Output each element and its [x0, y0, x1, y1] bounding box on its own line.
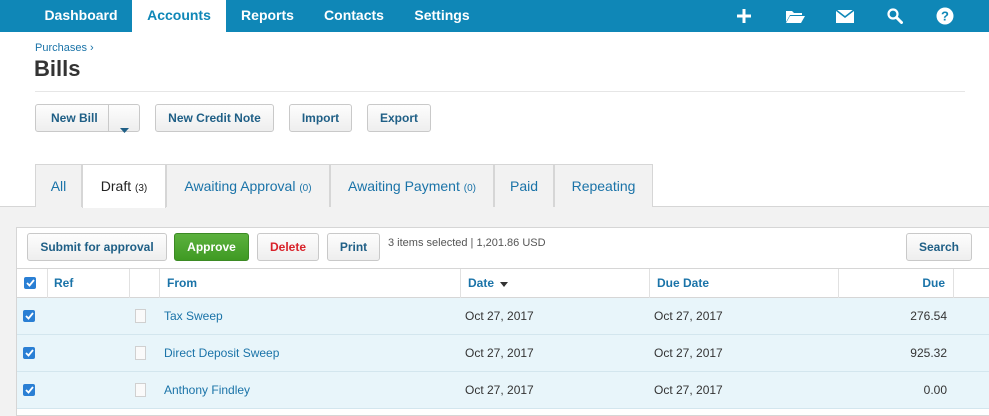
- nav-dashboard[interactable]: Dashboard: [30, 0, 132, 32]
- export-button[interactable]: Export: [367, 104, 431, 132]
- nav-accounts[interactable]: Accounts: [132, 0, 226, 32]
- col-from[interactable]: From: [160, 269, 461, 298]
- search-icon[interactable]: [880, 0, 910, 32]
- table-row[interactable]: Anthony Findley Oct 27, 2017 Oct 27, 201…: [17, 372, 989, 409]
- submit-for-approval-button[interactable]: Submit for approval: [27, 233, 167, 261]
- nav-contacts[interactable]: Contacts: [309, 0, 399, 32]
- table-header: Ref From Date Due Date Due: [17, 268, 989, 298]
- row-checkbox[interactable]: [23, 347, 35, 359]
- tab-awaiting-payment[interactable]: Awaiting Payment (0): [330, 164, 494, 207]
- row-date: Oct 27, 2017: [465, 309, 534, 323]
- split-divider: [108, 105, 109, 131]
- row-due-date: Oct 27, 2017: [654, 383, 723, 397]
- attachment-icon: [135, 346, 146, 360]
- row-from[interactable]: Anthony Findley: [164, 372, 250, 408]
- tab-paid[interactable]: Paid: [494, 164, 554, 207]
- row-from[interactable]: Direct Deposit Sweep: [164, 335, 279, 371]
- table-row[interactable]: Tax Sweep Oct 27, 2017 Oct 27, 2017 276.…: [17, 298, 989, 335]
- svg-text:?: ?: [941, 9, 949, 24]
- col-due[interactable]: Due: [839, 269, 954, 298]
- delete-button[interactable]: Delete: [257, 233, 319, 261]
- tab-label: Awaiting Payment: [348, 178, 460, 194]
- select-all-checkbox[interactable]: [24, 277, 36, 289]
- col-date-label: Date: [468, 276, 495, 290]
- folder-icon[interactable]: [780, 0, 810, 32]
- top-nav: Dashboard Accounts Reports Contacts Sett…: [0, 0, 989, 32]
- attachment-icon: [135, 383, 146, 397]
- row-checkbox[interactable]: [23, 384, 35, 396]
- row-due: 925.32: [910, 346, 947, 360]
- row-date: Oct 27, 2017: [465, 346, 534, 360]
- tab-count: (0): [299, 183, 312, 194]
- new-bill-label: New Bill: [51, 111, 98, 125]
- tab-label: Awaiting Approval: [184, 178, 296, 194]
- chevron-down-icon[interactable]: [120, 116, 129, 142]
- sort-desc-icon: [500, 282, 509, 287]
- select-all-cell: [17, 269, 48, 298]
- breadcrumb[interactable]: Purchases ›: [35, 42, 94, 54]
- tab-all[interactable]: All: [35, 164, 82, 207]
- tab-repeating[interactable]: Repeating: [554, 164, 653, 207]
- search-button[interactable]: Search: [906, 233, 972, 261]
- col-ref[interactable]: Ref: [48, 269, 130, 298]
- approve-button[interactable]: Approve: [174, 233, 249, 261]
- tab-label: All: [50, 178, 67, 194]
- help-icon[interactable]: ?: [930, 0, 960, 32]
- tab-label: Draft: [100, 178, 132, 194]
- page-title: Bills: [34, 56, 81, 81]
- tab-label: Repeating: [571, 178, 636, 194]
- row-due-date: Oct 27, 2017: [654, 346, 723, 360]
- print-button[interactable]: Print: [327, 233, 380, 261]
- tab-label: Paid: [509, 178, 539, 194]
- tab-count: (0): [463, 183, 476, 194]
- row-due-date: Oct 27, 2017: [654, 309, 723, 323]
- nav-reports[interactable]: Reports: [226, 0, 309, 32]
- table-row[interactable]: Direct Deposit Sweep Oct 27, 2017 Oct 27…: [17, 335, 989, 372]
- row-date: Oct 27, 2017: [465, 383, 534, 397]
- selection-summary: 3 items selected | 1,201.86 USD: [388, 237, 546, 249]
- new-bill-button[interactable]: New Bill: [35, 104, 140, 133]
- row-from[interactable]: Tax Sweep: [164, 298, 223, 334]
- divider: [35, 91, 965, 92]
- mail-icon[interactable]: [830, 0, 860, 32]
- attachment-icon: [135, 309, 146, 323]
- row-due: 0.00: [923, 383, 947, 397]
- import-button[interactable]: Import: [289, 104, 352, 132]
- plus-icon[interactable]: [729, 0, 759, 32]
- row-due: 276.54: [910, 309, 947, 323]
- tab-count: (3): [135, 183, 148, 194]
- new-credit-note-button[interactable]: New Credit Note: [155, 104, 274, 132]
- row-checkbox[interactable]: [23, 310, 35, 322]
- col-date[interactable]: Date: [461, 269, 650, 298]
- nav-settings[interactable]: Settings: [399, 0, 485, 32]
- col-due-date[interactable]: Due Date: [650, 269, 839, 298]
- tab-draft[interactable]: Draft (3): [82, 164, 166, 208]
- tab-awaiting-approval[interactable]: Awaiting Approval (0): [166, 164, 330, 207]
- col-attachment: [130, 269, 160, 298]
